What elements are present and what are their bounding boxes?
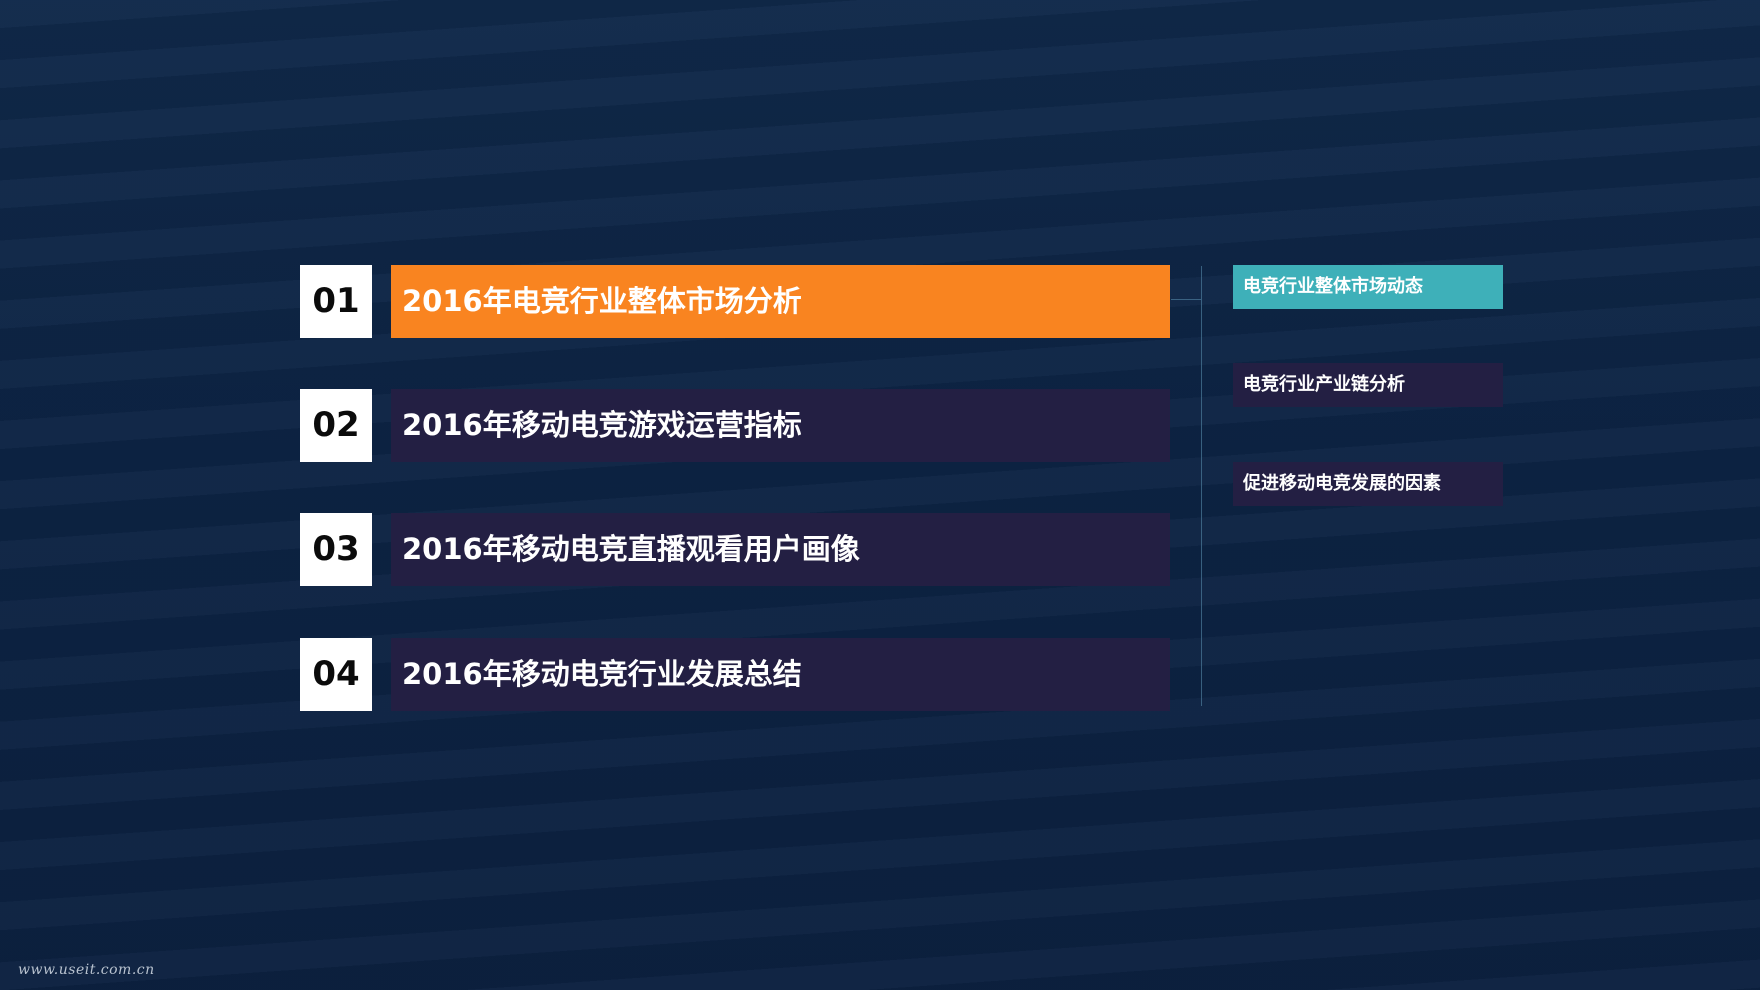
- agenda-item-1[interactable]: 01 2016年电竞行业整体市场分析: [300, 265, 1170, 338]
- agenda-title-bar: 2016年移动电竞游戏运营指标: [391, 389, 1170, 462]
- agenda-number-box: 04: [300, 638, 372, 711]
- agenda-title-bar: 2016年移动电竞行业发展总结: [391, 638, 1170, 711]
- agenda-number-box: 03: [300, 513, 372, 586]
- connector-line: [1171, 299, 1201, 300]
- agenda-title-bar: 2016年电竞行业整体市场分析: [391, 265, 1170, 338]
- footer-url: www.useit.com.cn: [18, 962, 155, 978]
- vertical-divider: [1201, 266, 1202, 706]
- subtopic-item-1[interactable]: 电竞行业整体市场动态: [1233, 265, 1503, 309]
- agenda-number-box: 01: [300, 265, 372, 338]
- agenda-item-4[interactable]: 04 2016年移动电竞行业发展总结: [300, 638, 1170, 711]
- subtopic-item-3[interactable]: 促进移动电竞发展的因素: [1233, 462, 1503, 506]
- agenda-number-box: 02: [300, 389, 372, 462]
- subtopic-item-2[interactable]: 电竞行业产业链分析: [1233, 363, 1503, 407]
- agenda-title-bar: 2016年移动电竞直播观看用户画像: [391, 513, 1170, 586]
- agenda-item-2[interactable]: 02 2016年移动电竞游戏运营指标: [300, 389, 1170, 462]
- agenda-item-3[interactable]: 03 2016年移动电竞直播观看用户画像: [300, 513, 1170, 586]
